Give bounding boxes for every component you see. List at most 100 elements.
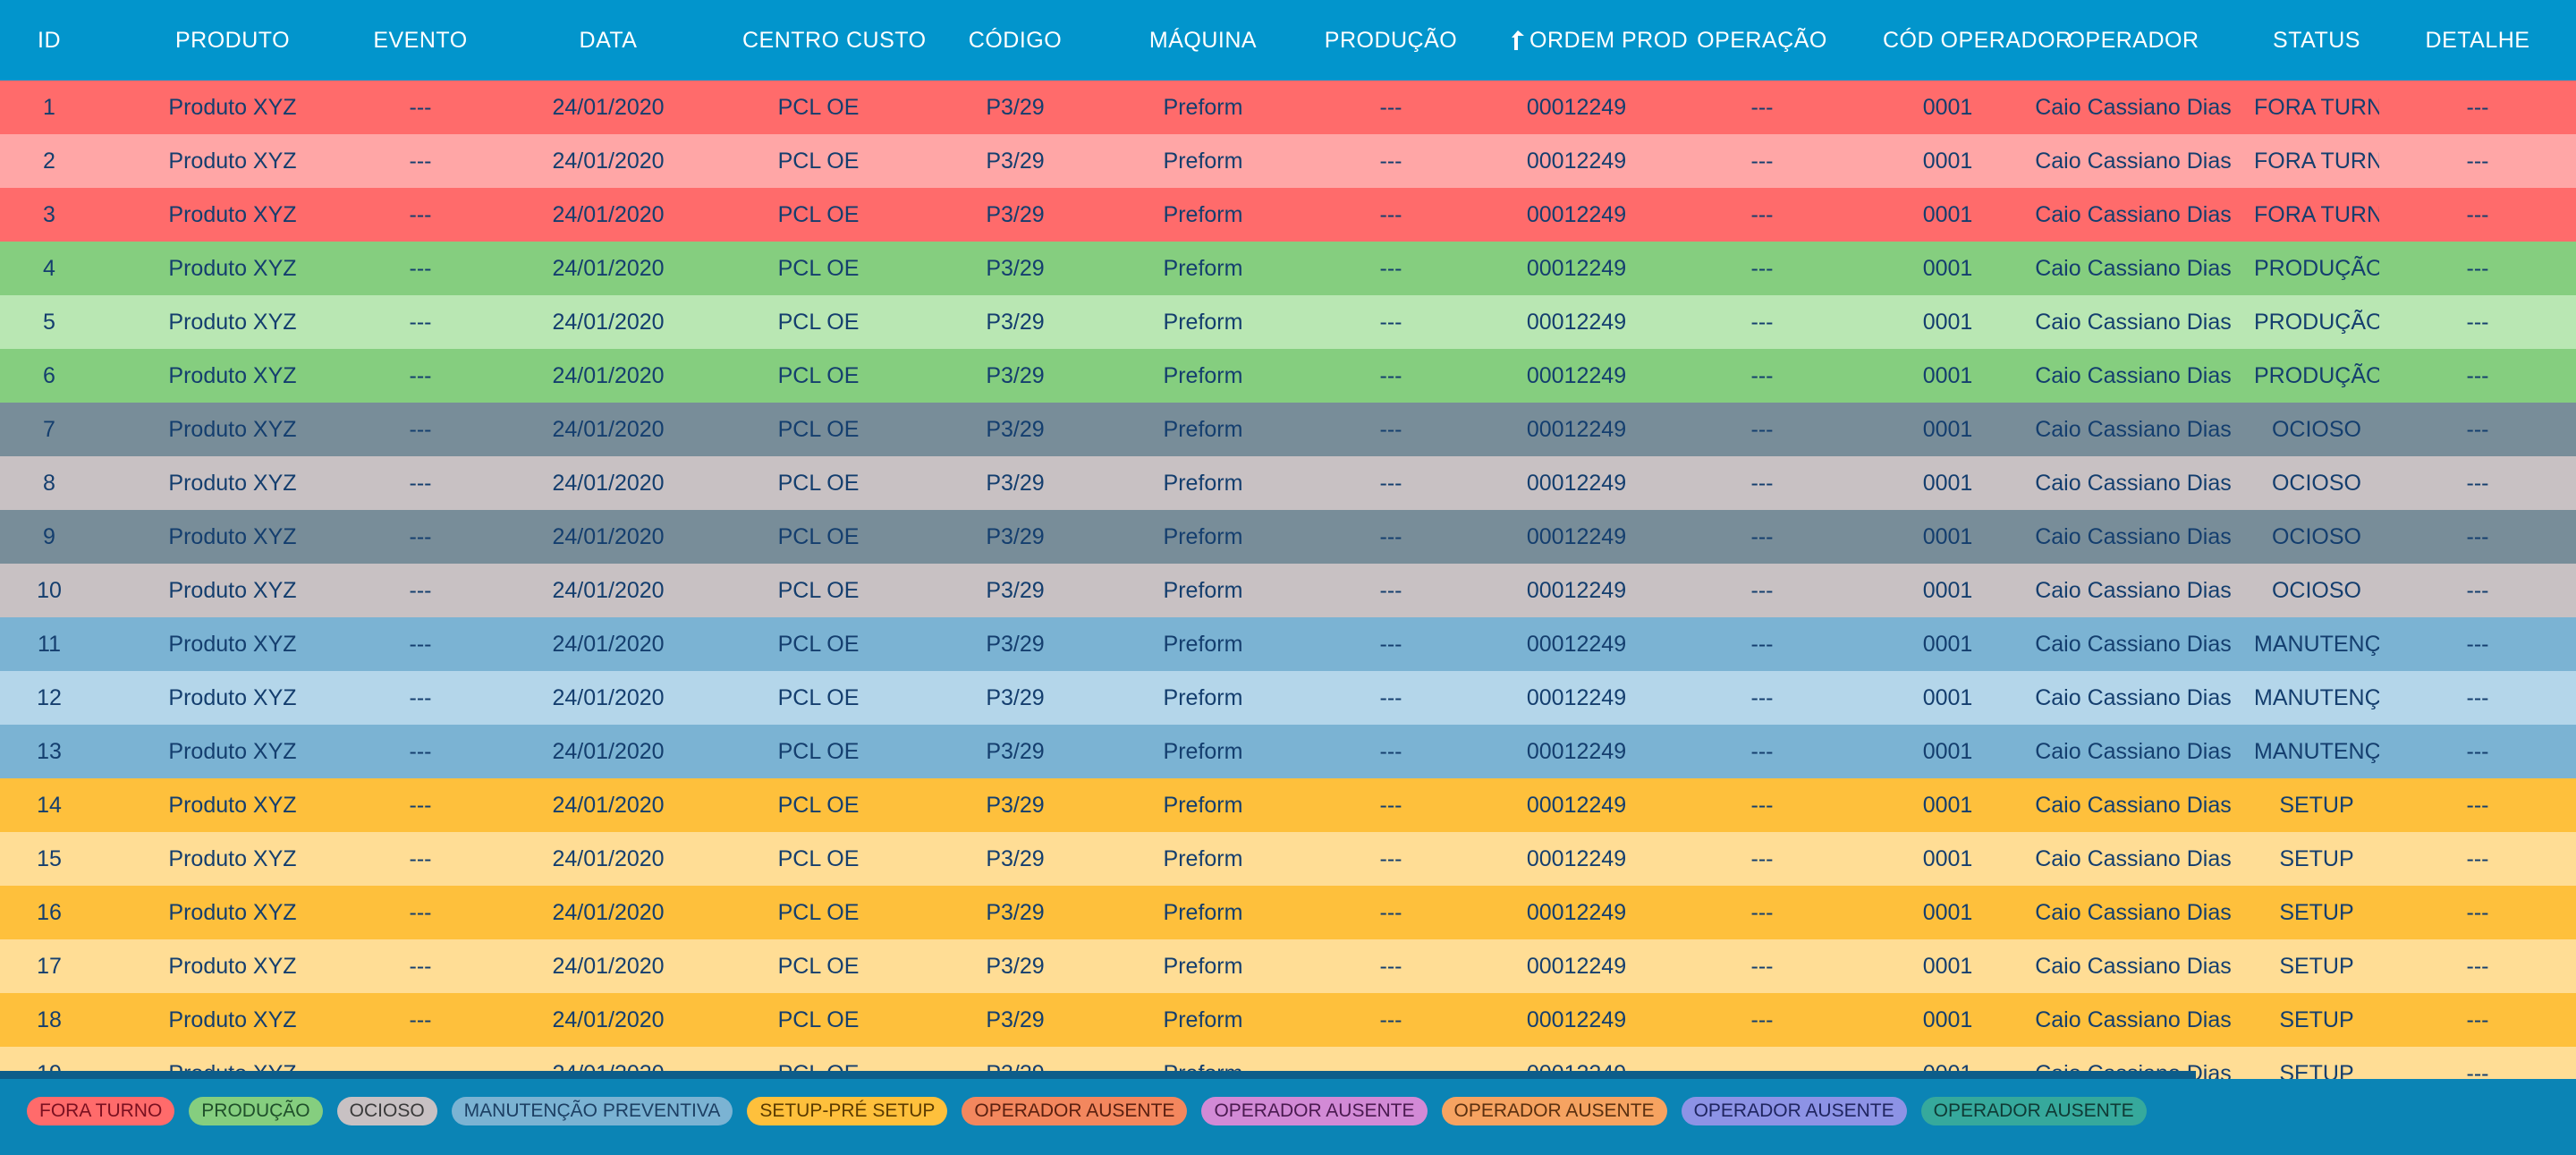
cell-cod-operador: 0001 [1922, 201, 1973, 227]
cell-ordem-prod: 00012249 [1526, 94, 1627, 120]
cell-ordem-prod: 00012249 [1526, 845, 1627, 871]
table-row[interactable]: 16 Produto XYZ --- 24/01/2020 PCL OE P3/29 Pre… [0, 886, 2576, 939]
column-header-operacao[interactable]: OPERAÇÃO [1641, 28, 1883, 54]
cell-evento: --- [409, 523, 432, 549]
cell-maquina: Preform [1163, 631, 1243, 657]
cell-status: PRODUÇÃO [2254, 255, 2379, 281]
cell-data: 24/01/2020 [552, 416, 665, 442]
cell-producao: --- [1379, 94, 1402, 120]
column-header-centro-custo[interactable]: CENTRO CUSTO [742, 28, 926, 54]
legend-badge: OPERADOR AUSENTE [1201, 1097, 1428, 1125]
column-header-label: ID [38, 27, 61, 53]
cell-codigo: P3/29 [986, 148, 1045, 174]
cell-ordem-prod: 00012249 [1526, 577, 1627, 603]
column-header-produto[interactable]: PRODUTO [98, 28, 367, 54]
cell-codigo: P3/29 [986, 94, 1045, 120]
cell-data: 24/01/2020 [552, 577, 665, 603]
sort-arrow-icon [1512, 30, 1524, 50]
cell-status: OCIOSO [2271, 470, 2361, 496]
column-header-status[interactable]: STATUS [2254, 28, 2379, 54]
cell-cod-operador: 0001 [1922, 953, 1973, 979]
column-header-label: CÓDIGO [968, 27, 1063, 53]
table-row[interactable]: 10 Produto XYZ --- 24/01/2020 PCL OE P3/29 Pre… [0, 564, 2576, 617]
status-legend-bar: FORA TURNO PRODUÇÃO OCIOSO MANUTENÇÃO PREVE… [0, 1079, 2576, 1155]
cell-data: 24/01/2020 [552, 362, 665, 388]
cell-centro-custo: PCL OE [777, 148, 860, 174]
horizontal-scrollbar[interactable] [0, 1071, 2196, 1079]
cell-detalhe: --- [2466, 1060, 2489, 1080]
table-row[interactable]: 3 Produto XYZ --- 24/01/2020 PCL OE P3/29 Pref… [0, 188, 2576, 242]
column-header-detalhe[interactable]: DETALHE [2379, 28, 2576, 54]
cell-produto: Produto XYZ [168, 577, 297, 603]
table-row[interactable]: 15 Produto XYZ --- 24/01/2020 PCL OE P3/29 Pre… [0, 832, 2576, 886]
table-row[interactable]: 2 Produto XYZ --- 24/01/2020 PCL OE P3/29 Pref… [0, 134, 2576, 188]
cell-evento: --- [409, 1006, 432, 1032]
table-row[interactable]: 6 Produto XYZ --- 24/01/2020 PCL OE P3/29 Pref… [0, 349, 2576, 403]
cell-cod-operador: 0001 [1922, 845, 1973, 871]
cell-producao: --- [1379, 738, 1402, 764]
cell-detalhe: --- [2466, 899, 2489, 925]
cell-detalhe: --- [2466, 792, 2489, 818]
table-row[interactable]: 14 Produto XYZ --- 24/01/2020 PCL OE P3/29 Pre… [0, 778, 2576, 832]
column-header-data[interactable]: DATA [474, 28, 742, 54]
cell-maquina: Preform [1163, 684, 1243, 710]
cell-id: 5 [43, 309, 55, 335]
legend-badge: SETUP-PRÉ SETUP [747, 1097, 948, 1125]
column-header-cod-operador[interactable]: CÓD OPERADOR [1883, 28, 2072, 54]
cell-producao: --- [1379, 631, 1402, 657]
table-row[interactable]: 11 Produto XYZ --- 24/01/2020 PCL OE P3/29 Pre… [0, 617, 2576, 671]
table-row[interactable]: 5 Produto XYZ --- 24/01/2020 PCL OE P3/29 Pref… [0, 295, 2576, 349]
cell-codigo: P3/29 [986, 201, 1045, 227]
cell-ordem-prod: 00012249 [1526, 362, 1627, 388]
column-header-id[interactable]: ID [0, 28, 98, 54]
cell-maquina: Preform [1163, 738, 1243, 764]
cell-id: 11 [38, 631, 61, 657]
table-row[interactable]: 17 Produto XYZ --- 24/01/2020 PCL OE P3/29 Pre… [0, 939, 2576, 993]
cell-evento: --- [409, 148, 432, 174]
cell-produto: Produto XYZ [168, 792, 297, 818]
cell-centro-custo: PCL OE [777, 1006, 860, 1032]
cell-operacao: --- [1750, 470, 1774, 496]
cell-evento: --- [409, 684, 432, 710]
cell-detalhe: --- [2466, 148, 2489, 174]
cell-data: 24/01/2020 [552, 738, 665, 764]
table-row[interactable]: 8 Produto XYZ --- 24/01/2020 PCL OE P3/29 Pref… [0, 456, 2576, 510]
cell-maquina: Preform [1163, 845, 1243, 871]
cell-ordem-prod: 00012249 [1526, 416, 1627, 442]
cell-status: MANUTENÇÃO [2254, 631, 2379, 657]
column-header-producao[interactable]: PRODUÇÃO [1270, 28, 1512, 54]
cell-centro-custo: PCL OE [777, 953, 860, 979]
table-row[interactable]: 1 Produto XYZ --- 24/01/2020 PCL OE P3/29 Pref… [0, 81, 2576, 134]
cell-detalhe: --- [2466, 1006, 2489, 1032]
cell-operacao: --- [1750, 792, 1774, 818]
cell-detalhe: --- [2466, 684, 2489, 710]
cell-producao: --- [1379, 684, 1402, 710]
column-header-evento[interactable]: EVENTO [367, 28, 474, 54]
table-row[interactable]: 7 Produto XYZ --- 24/01/2020 PCL OE P3/29 Pref… [0, 403, 2576, 456]
cell-status: MANUTENÇÃO [2254, 738, 2379, 764]
cell-detalhe: --- [2466, 255, 2489, 281]
cell-id: 1 [43, 94, 55, 120]
cell-cod-operador: 0001 [1922, 470, 1973, 496]
table-row[interactable]: 4 Produto XYZ --- 24/01/2020 PCL OE P3/29 Pref… [0, 242, 2576, 295]
cell-data: 24/01/2020 [552, 309, 665, 335]
cell-status: FORA TURNO [2254, 94, 2379, 120]
table-body[interactable]: 1 Produto XYZ --- 24/01/2020 PCL OE P3/29 Pref… [0, 81, 2576, 1079]
column-header-label: STATUS [2273, 27, 2360, 53]
table-row[interactable]: 9 Produto XYZ --- 24/01/2020 PCL OE P3/29 Pref… [0, 510, 2576, 564]
table-row[interactable]: 18 Produto XYZ --- 24/01/2020 PCL OE P3/29 Pre… [0, 993, 2576, 1047]
cell-centro-custo: PCL OE [777, 523, 860, 549]
cell-operacao: --- [1750, 523, 1774, 549]
table-row[interactable]: 13 Produto XYZ --- 24/01/2020 PCL OE P3/29 Pre… [0, 725, 2576, 778]
cell-producao: --- [1379, 523, 1402, 549]
cell-maquina: Preform [1163, 255, 1243, 281]
cell-evento: --- [409, 631, 432, 657]
cell-produto: Produto XYZ [168, 899, 297, 925]
column-header-operador[interactable]: OPERADOR [2012, 28, 2254, 54]
cell-codigo: P3/29 [986, 255, 1045, 281]
column-header-ordem-prod[interactable]: ORDEM PROD [1512, 28, 1688, 54]
table-row[interactable]: 12 Produto XYZ --- 24/01/2020 PCL OE P3/29 Pre… [0, 671, 2576, 725]
cell-status: PRODUÇÃO [2254, 362, 2379, 388]
column-header-codigo[interactable]: CÓDIGO [894, 28, 1136, 54]
column-header-maquina[interactable]: MÁQUINA [1136, 28, 1270, 54]
